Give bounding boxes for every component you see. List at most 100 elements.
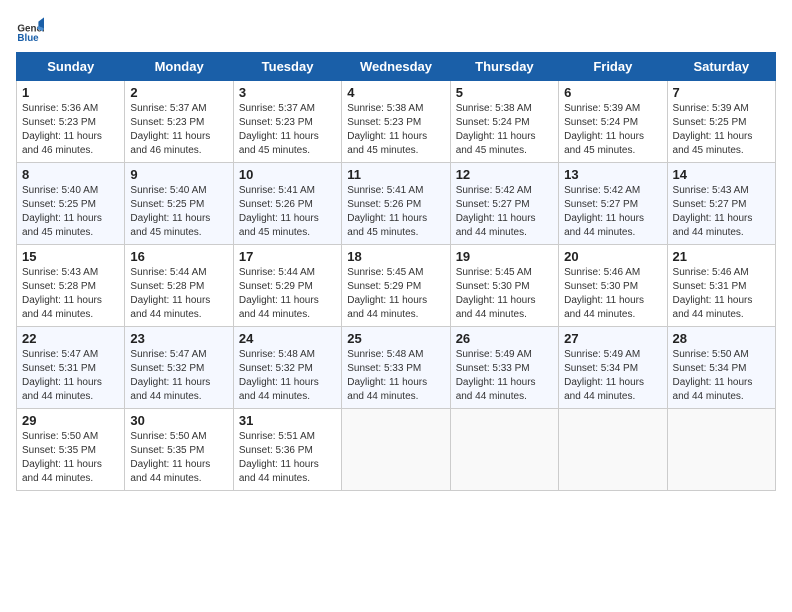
day-number: 6 [564,85,661,100]
day-detail: Sunrise: 5:41 AMSunset: 5:26 PMDaylight:… [347,184,444,240]
calendar-week-4: 22Sunrise: 5:47 AMSunset: 5:31 PMDayligh… [17,327,776,409]
weekday-header-row: SundayMondayTuesdayWednesdayThursdayFrid… [17,53,776,81]
weekday-header-thursday: Thursday [450,53,558,81]
calendar-cell: 5 Sunrise: 5:38 AMSunset: 5:24 PMDaylight… [450,81,558,163]
day-number: 31 [239,413,336,428]
day-detail: Sunrise: 5:47 AMSunset: 5:32 PMDaylight:… [130,348,227,404]
calendar-cell: 19Sunrise: 5:45 AMSunset: 5:30 PMDayligh… [450,245,558,327]
day-detail: Sunrise: 5:42 AMSunset: 5:27 PMDaylight:… [456,184,553,240]
day-detail: Sunrise: 5:39 AMSunset: 5:24 PMDaylight:… [564,102,661,158]
calendar-cell: 15 Sunrise: 5:43 AMSunset: 5:28 PMDayligh… [17,245,125,327]
calendar-cell: 21 Sunrise: 5:46 AMSunset: 5:31 PMDayligh… [667,245,775,327]
day-detail: Sunrise: 5:51 AMSunset: 5:36 PMDaylight:… [239,430,336,486]
calendar-cell: 29 Sunrise: 5:50 AMSunset: 5:35 PMDayligh… [17,409,125,491]
day-number: 4 [347,85,444,100]
calendar-cell: 26Sunrise: 5:49 AMSunset: 5:33 PMDayligh… [450,327,558,409]
calendar-cell: 3Sunrise: 5:37 AMSunset: 5:23 PMDaylight… [233,81,341,163]
day-detail: Sunrise: 5:43 AMSunset: 5:28 PMDaylight:… [22,266,119,322]
day-number: 2 [130,85,227,100]
calendar-table: SundayMondayTuesdayWednesdayThursdayFrid… [16,52,776,491]
day-number: 29 [22,413,119,428]
weekday-header-sunday: Sunday [17,53,125,81]
calendar-cell: 28 Sunrise: 5:50 AMSunset: 5:34 PMDayligh… [667,327,775,409]
day-detail: Sunrise: 5:47 AMSunset: 5:31 PMDaylight:… [22,348,119,404]
calendar-cell: 30Sunrise: 5:50 AMSunset: 5:35 PMDayligh… [125,409,233,491]
day-detail: Sunrise: 5:46 AMSunset: 5:30 PMDaylight:… [564,266,661,322]
calendar-cell: 12Sunrise: 5:42 AMSunset: 5:27 PMDayligh… [450,163,558,245]
calendar-cell: 14 Sunrise: 5:43 AMSunset: 5:27 PMDayligh… [667,163,775,245]
day-detail: Sunrise: 5:48 AMSunset: 5:32 PMDaylight:… [239,348,336,404]
calendar-cell: 23 Sunrise: 5:47 AMSunset: 5:32 PMDayligh… [125,327,233,409]
day-number: 15 [22,249,119,264]
day-detail: Sunrise: 5:42 AMSunset: 5:27 PMDaylight:… [564,184,661,240]
day-number: 8 [22,167,119,182]
day-number: 18 [347,249,444,264]
calendar-cell [667,409,775,491]
calendar-cell: 18Sunrise: 5:45 AMSunset: 5:29 PMDayligh… [342,245,450,327]
calendar-week-3: 15 Sunrise: 5:43 AMSunset: 5:28 PMDayligh… [17,245,776,327]
calendar-cell: 9Sunrise: 5:40 AMSunset: 5:25 PMDaylight… [125,163,233,245]
calendar-cell: 6 Sunrise: 5:39 AMSunset: 5:24 PMDaylight… [559,81,667,163]
calendar-cell: 24 Sunrise: 5:48 AMSunset: 5:32 PMDayligh… [233,327,341,409]
day-number: 10 [239,167,336,182]
day-number: 27 [564,331,661,346]
calendar-cell: 7 Sunrise: 5:39 AMSunset: 5:25 PMDaylight… [667,81,775,163]
weekday-header-monday: Monday [125,53,233,81]
svg-text:Blue: Blue [17,33,39,44]
day-detail: Sunrise: 5:44 AMSunset: 5:28 PMDaylight:… [130,266,227,322]
day-number: 23 [130,331,227,346]
calendar-cell [342,409,450,491]
calendar-cell: 16 Sunrise: 5:44 AMSunset: 5:28 PMDayligh… [125,245,233,327]
calendar-cell [450,409,558,491]
day-detail: Sunrise: 5:50 AMSunset: 5:35 PMDaylight:… [22,430,119,486]
day-number: 25 [347,331,444,346]
day-number: 5 [456,85,553,100]
day-detail: Sunrise: 5:50 AMSunset: 5:35 PMDaylight:… [130,430,227,486]
calendar-cell: 4 Sunrise: 5:38 AMSunset: 5:23 PMDaylight… [342,81,450,163]
calendar-cell: 25 Sunrise: 5:48 AMSunset: 5:33 PMDayligh… [342,327,450,409]
day-detail: Sunrise: 5:40 AMSunset: 5:25 PMDaylight:… [130,184,227,240]
day-detail: Sunrise: 5:49 AMSunset: 5:34 PMDaylight:… [564,348,661,404]
calendar-cell: 10 Sunrise: 5:41 AMSunset: 5:26 PMDayligh… [233,163,341,245]
day-detail: Sunrise: 5:39 AMSunset: 5:25 PMDaylight:… [673,102,770,158]
calendar-cell: 13 Sunrise: 5:42 AMSunset: 5:27 PMDayligh… [559,163,667,245]
day-number: 20 [564,249,661,264]
day-number: 21 [673,249,770,264]
day-detail: Sunrise: 5:41 AMSunset: 5:26 PMDaylight:… [239,184,336,240]
day-number: 3 [239,85,336,100]
calendar-week-2: 8 Sunrise: 5:40 AMSunset: 5:25 PMDaylight… [17,163,776,245]
day-detail: Sunrise: 5:40 AMSunset: 5:25 PMDaylight:… [22,184,119,240]
day-number: 17 [239,249,336,264]
day-detail: Sunrise: 5:49 AMSunset: 5:33 PMDaylight:… [456,348,553,404]
day-number: 7 [673,85,770,100]
calendar-cell: 2 Sunrise: 5:37 AMSunset: 5:23 PMDaylight… [125,81,233,163]
calendar-cell: 20 Sunrise: 5:46 AMSunset: 5:30 PMDayligh… [559,245,667,327]
day-number: 1 [22,85,119,100]
weekday-header-tuesday: Tuesday [233,53,341,81]
day-detail: Sunrise: 5:50 AMSunset: 5:34 PMDaylight:… [673,348,770,404]
calendar-cell: 22Sunrise: 5:47 AMSunset: 5:31 PMDayligh… [17,327,125,409]
day-number: 19 [456,249,553,264]
day-number: 14 [673,167,770,182]
calendar-cell: 11Sunrise: 5:41 AMSunset: 5:26 PMDayligh… [342,163,450,245]
day-detail: Sunrise: 5:43 AMSunset: 5:27 PMDaylight:… [673,184,770,240]
calendar-cell: 8 Sunrise: 5:40 AMSunset: 5:25 PMDaylight… [17,163,125,245]
day-detail: Sunrise: 5:36 AMSunset: 5:23 PMDaylight:… [22,102,119,158]
calendar-cell: 27 Sunrise: 5:49 AMSunset: 5:34 PMDayligh… [559,327,667,409]
weekday-header-saturday: Saturday [667,53,775,81]
calendar-week-1: 1 Sunrise: 5:36 AMSunset: 5:23 PMDaylight… [17,81,776,163]
day-detail: Sunrise: 5:38 AMSunset: 5:24 PMDaylight:… [456,102,553,158]
day-number: 24 [239,331,336,346]
calendar-cell: 17 Sunrise: 5:44 AMSunset: 5:29 PMDayligh… [233,245,341,327]
day-detail: Sunrise: 5:44 AMSunset: 5:29 PMDaylight:… [239,266,336,322]
day-detail: Sunrise: 5:48 AMSunset: 5:33 PMDaylight:… [347,348,444,404]
day-number: 28 [673,331,770,346]
calendar-week-5: 29 Sunrise: 5:50 AMSunset: 5:35 PMDayligh… [17,409,776,491]
page-header: General Blue [16,16,776,44]
day-detail: Sunrise: 5:46 AMSunset: 5:31 PMDaylight:… [673,266,770,322]
weekday-header-friday: Friday [559,53,667,81]
day-number: 13 [564,167,661,182]
day-number: 16 [130,249,227,264]
day-detail: Sunrise: 5:38 AMSunset: 5:23 PMDaylight:… [347,102,444,158]
day-detail: Sunrise: 5:37 AMSunset: 5:23 PMDaylight:… [130,102,227,158]
